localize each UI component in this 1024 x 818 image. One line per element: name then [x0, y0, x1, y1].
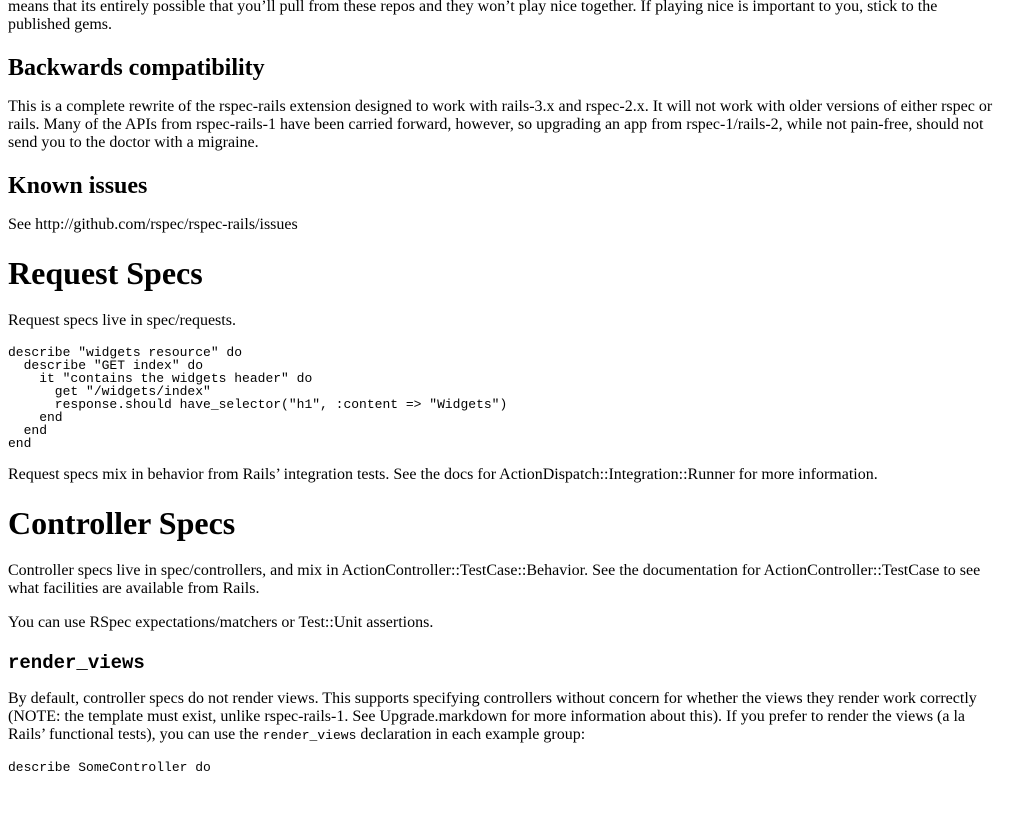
request-specs-intro: Request specs live in spec/requests.: [8, 312, 236, 329]
controller-specs-heading: Controller Specs: [8, 505, 236, 541]
render-views-code-block: describe SomeController do: [8, 760, 211, 775]
controller-specs-assertions: You can use RSpec expectations/matchers …: [8, 614, 434, 631]
backwards-compatibility-heading: Backwards compatibility: [8, 55, 265, 81]
request-specs-outro: Request specs mix in behavior from Rails…: [8, 466, 878, 483]
intro-paragraph-tail: means that its entirely possible that yo…: [8, 0, 938, 33]
controller-specs-intro: Controller specs live in spec/controller…: [8, 562, 981, 597]
render-views-paragraph: By default, controller specs do not rend…: [8, 690, 998, 745]
document-page: means that its entirely possible that yo…: [0, 0, 1024, 818]
request-specs-code-block: describe "widgets resource" do describe …: [8, 345, 508, 451]
render-views-heading-code: render_views: [8, 652, 145, 674]
known-issues-heading: Known issues: [8, 173, 148, 199]
backwards-compatibility-text: This is a complete rewrite of the rspec-…: [8, 98, 993, 151]
render-views-text-after: declaration in each example group:: [356, 726, 586, 743]
known-issues-text: See http://github.com/rspec/rspec-rails/…: [8, 216, 298, 233]
document-content: means that its entirely possible that yo…: [8, 0, 998, 790]
request-specs-heading: Request Specs: [8, 255, 203, 291]
render-views-inline-code: render_views: [262, 728, 357, 743]
render-views-heading: render_views: [8, 652, 998, 674]
